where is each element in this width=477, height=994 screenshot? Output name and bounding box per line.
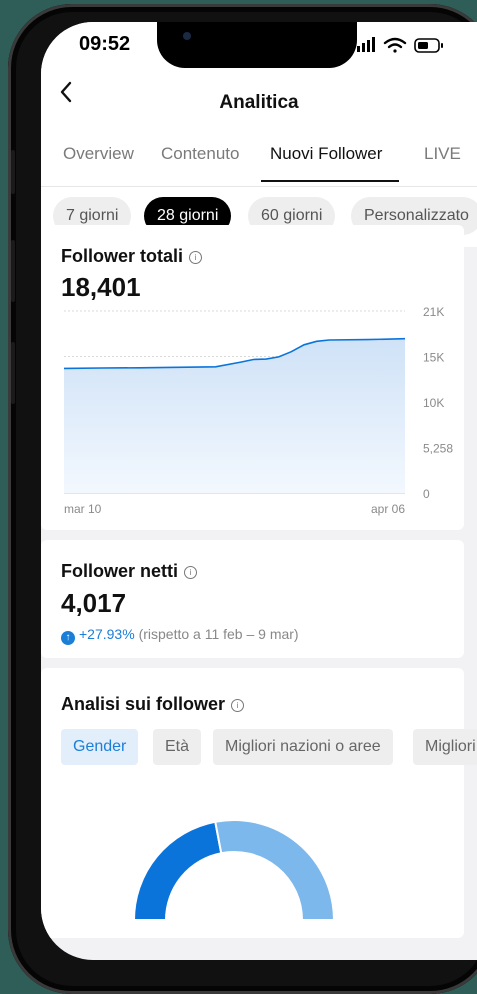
camera-icon — [183, 32, 191, 40]
x-tick-label: apr 06 — [371, 502, 405, 516]
active-tab-indicator — [261, 180, 399, 182]
gender-donut-chart — [132, 819, 336, 921]
mute-switch — [11, 150, 15, 194]
total-followers-chart: 21K 15K 10K 5,258 0 mar 10 apr 06 — [63, 305, 453, 516]
volume-up-button — [11, 240, 15, 302]
status-bar: 09:52 — [41, 22, 477, 78]
y-tick-label: 0 — [423, 487, 430, 501]
card-title: Follower netti i — [61, 561, 197, 582]
arrow-up-icon: ↑ — [61, 631, 75, 645]
donut-segment-0 — [132, 820, 223, 921]
status-icons — [357, 37, 443, 53]
wifi-icon — [383, 37, 407, 53]
analytics-tabs: Overview Contenuto Nuovi Follower LIVE — [41, 134, 477, 187]
tab-contenuto[interactable]: Contenuto — [161, 144, 239, 164]
change-summary: ↑ +27.93% (rispetto a 11 feb – 9 mar) — [61, 626, 299, 645]
follower-insights-card: Analisi sui follower i Gender Età Miglior… — [41, 668, 477, 938]
change-comparison: (rispetto a 11 feb – 9 mar) — [138, 626, 299, 642]
y-tick-label: 15K — [423, 351, 444, 365]
y-tick-label: 10K — [423, 396, 444, 410]
y-tick-label: 21K — [423, 305, 444, 319]
status-time: 09:52 — [79, 33, 131, 55]
net-followers-card: Follower netti i 4,017 ↑ +27.93% (rispetto… — [41, 540, 464, 658]
signal-icon — [357, 37, 375, 52]
tab-nuovi-follower[interactable]: Nuovi Follower — [270, 144, 382, 164]
volume-down-button — [11, 342, 15, 404]
donut-segment-1 — [214, 819, 336, 921]
page-title: Analitica — [219, 92, 299, 113]
y-tick-label: 5,258 — [423, 442, 453, 456]
tab-overview[interactable]: Overview — [63, 144, 134, 164]
series-area — [64, 338, 405, 493]
tab-live[interactable]: LIVE — [424, 144, 461, 164]
battery-icon — [414, 38, 443, 53]
dynamic-island — [157, 22, 357, 68]
net-followers-title: Follower netti — [61, 561, 178, 581]
total-followers-card: Follower totali i 18,401 21K 15K 10K 5,258 0 m… — [41, 225, 464, 530]
x-tick-label: mar 10 — [64, 502, 102, 516]
app-screen: 09:52 Analitica Overview Contenuto Nuovi… — [41, 22, 477, 960]
change-percent: +27.93% — [79, 626, 135, 642]
info-icon[interactable]: i — [184, 566, 197, 579]
net-followers-value: 4,017 — [61, 588, 127, 618]
